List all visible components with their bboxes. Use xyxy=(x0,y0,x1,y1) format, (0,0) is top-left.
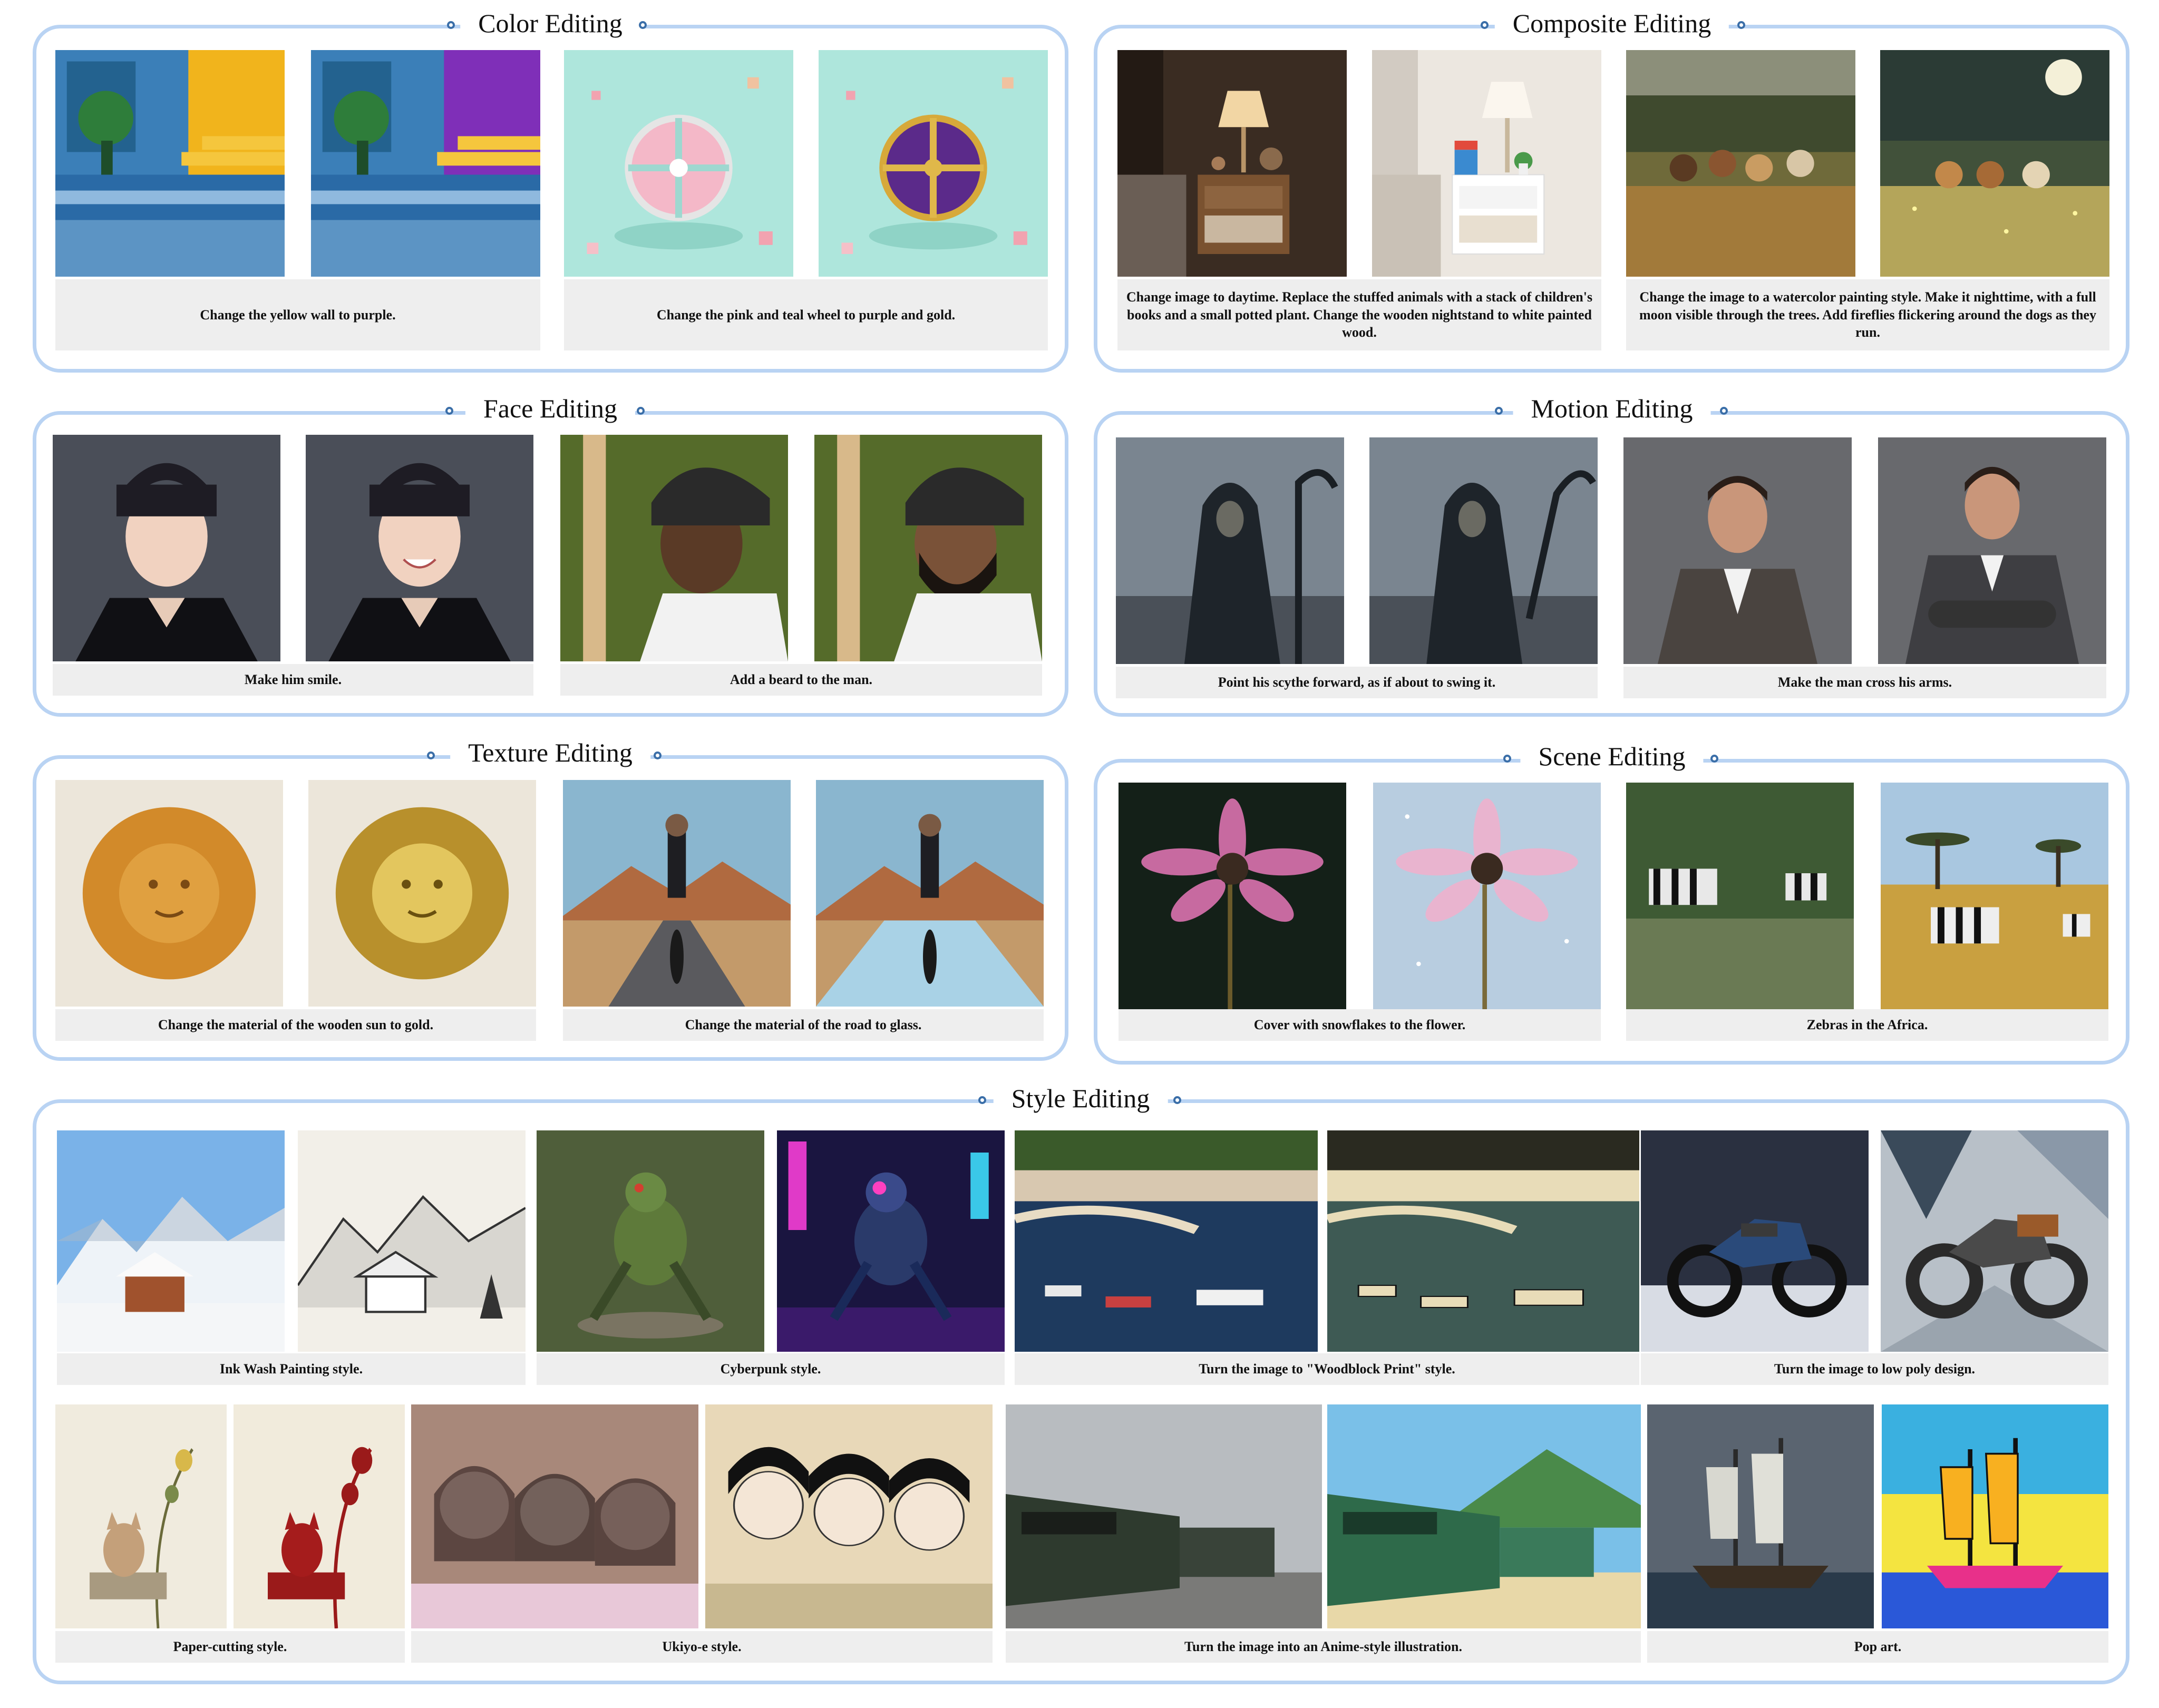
snowy-cabin-image xyxy=(57,1130,285,1352)
title-dot-right xyxy=(1720,407,1728,415)
pool-yellow-wall-image xyxy=(55,50,285,277)
scene-editing-title: Scene Editing xyxy=(1520,740,1704,772)
pop-art-ship-image xyxy=(1882,1404,2108,1628)
style-caption-woodblock: Turn the image to "Woodblock Print" styl… xyxy=(1015,1353,1639,1385)
cyclist-glass-road-image xyxy=(816,780,1044,1007)
title-dot-right xyxy=(639,21,647,29)
composite-caption-2: Change the image to a watercolor paintin… xyxy=(1626,279,2109,350)
robot-bug-image xyxy=(537,1130,764,1352)
scene-caption-2: Zebras in the Africa. xyxy=(1626,1009,2108,1041)
texture-caption-2: Change the material of the road to glass… xyxy=(563,1009,1044,1041)
motorcycle-snow-image xyxy=(1641,1130,1869,1352)
businessman-crossed-arms-image xyxy=(1878,437,2106,664)
style-caption-low-poly: Turn the image to low poly design. xyxy=(1641,1353,2108,1385)
color-caption-2: Change the pink and teal wheel to purple… xyxy=(564,279,1048,350)
zebras-savanna-image xyxy=(1881,783,2108,1009)
zebras-grass-image xyxy=(1626,783,1854,1009)
pink-flower-image xyxy=(1119,783,1346,1009)
motion-caption-1: Point his scythe forward, as if about to… xyxy=(1116,667,1598,698)
pool-purple-wall-image xyxy=(311,50,540,277)
dogs-running-image xyxy=(1626,50,1855,277)
title-dot-right xyxy=(1737,21,1745,29)
composite-caption-1: Change image to daytime. Replace the stu… xyxy=(1117,279,1601,350)
paper-cut-cat-image xyxy=(234,1404,405,1628)
style-caption-anime: Turn the image into an Anime-style illus… xyxy=(1006,1631,1641,1663)
cyberpunk-robot-bug-image xyxy=(777,1130,1005,1352)
woodblock-harbor-image xyxy=(1327,1130,1639,1352)
wooden-sun-image xyxy=(55,780,283,1007)
train-photo-image xyxy=(1006,1404,1322,1628)
low-poly-motorcycle-image xyxy=(1881,1130,2108,1352)
title-dot-left xyxy=(1503,755,1511,763)
reaper-scythe-forward-image xyxy=(1369,437,1598,664)
composite-editing-title: Composite Editing xyxy=(1494,7,1729,39)
sailing-ship-image xyxy=(1647,1404,1874,1628)
title-dot-right xyxy=(1173,1096,1181,1104)
style-caption-pop-art: Pop art. xyxy=(1647,1631,2108,1663)
title-dot-right xyxy=(637,407,645,415)
purple-gold-wheel-image xyxy=(819,50,1048,277)
businessman-image xyxy=(1623,437,1852,664)
anime-boy-image xyxy=(53,435,280,661)
title-dot-left xyxy=(1495,407,1503,415)
texture-caption-1: Change the material of the wooden sun to… xyxy=(55,1009,536,1041)
title-dot-right xyxy=(654,751,662,759)
face-caption-2: Add a beard to the man. xyxy=(560,664,1042,696)
reaper-image xyxy=(1116,437,1344,664)
title-dot-left xyxy=(445,407,453,415)
texture-editing-title: Texture Editing xyxy=(450,737,650,768)
title-dot-right xyxy=(1710,755,1718,763)
title-dot-left xyxy=(447,21,455,29)
motion-editing-title: Motion Editing xyxy=(1513,393,1711,424)
style-editing-title: Style Editing xyxy=(993,1082,1168,1114)
pink-flower-snow-image xyxy=(1373,783,1601,1009)
title-dot-left xyxy=(978,1096,986,1104)
color-caption-1: Change the yellow wall to purple. xyxy=(55,279,540,350)
pink-teal-wheel-image xyxy=(564,50,793,277)
baseball-player-image xyxy=(560,435,788,661)
three-girls-image xyxy=(411,1404,698,1628)
ukiyo-e-girls-image xyxy=(705,1404,993,1628)
face-editing-title: Face Editing xyxy=(465,393,636,424)
style-caption-ukiyo-e: Ukiyo-e style. xyxy=(411,1631,993,1663)
bedroom-night-image xyxy=(1117,50,1347,277)
anime-boy-smiling-image xyxy=(306,435,533,661)
scene-caption-1: Cover with snowflakes to the flower. xyxy=(1119,1009,1601,1041)
bedroom-day-image xyxy=(1372,50,1601,277)
gold-sun-image xyxy=(308,780,536,1007)
baseball-player-beard-image xyxy=(814,435,1042,661)
title-dot-left xyxy=(427,751,435,759)
title-dot-left xyxy=(1481,21,1489,29)
motion-caption-2: Make the man cross his arms. xyxy=(1623,667,2106,698)
cyclist-road-image xyxy=(563,780,791,1007)
dogs-watercolor-night-image xyxy=(1880,50,2109,277)
style-caption-ink-wash: Ink Wash Painting style. xyxy=(57,1353,526,1385)
harbor-image xyxy=(1015,1130,1318,1352)
color-editing-title: Color Editing xyxy=(460,7,640,39)
anime-train-image xyxy=(1327,1404,1641,1628)
style-caption-cyberpunk: Cyberpunk style. xyxy=(537,1353,1005,1385)
style-caption-paper-cut: Paper-cutting style. xyxy=(55,1631,405,1663)
cat-painting-image xyxy=(55,1404,227,1628)
face-caption-1: Make him smile. xyxy=(53,664,533,696)
ink-wash-cabin-image xyxy=(298,1130,526,1352)
